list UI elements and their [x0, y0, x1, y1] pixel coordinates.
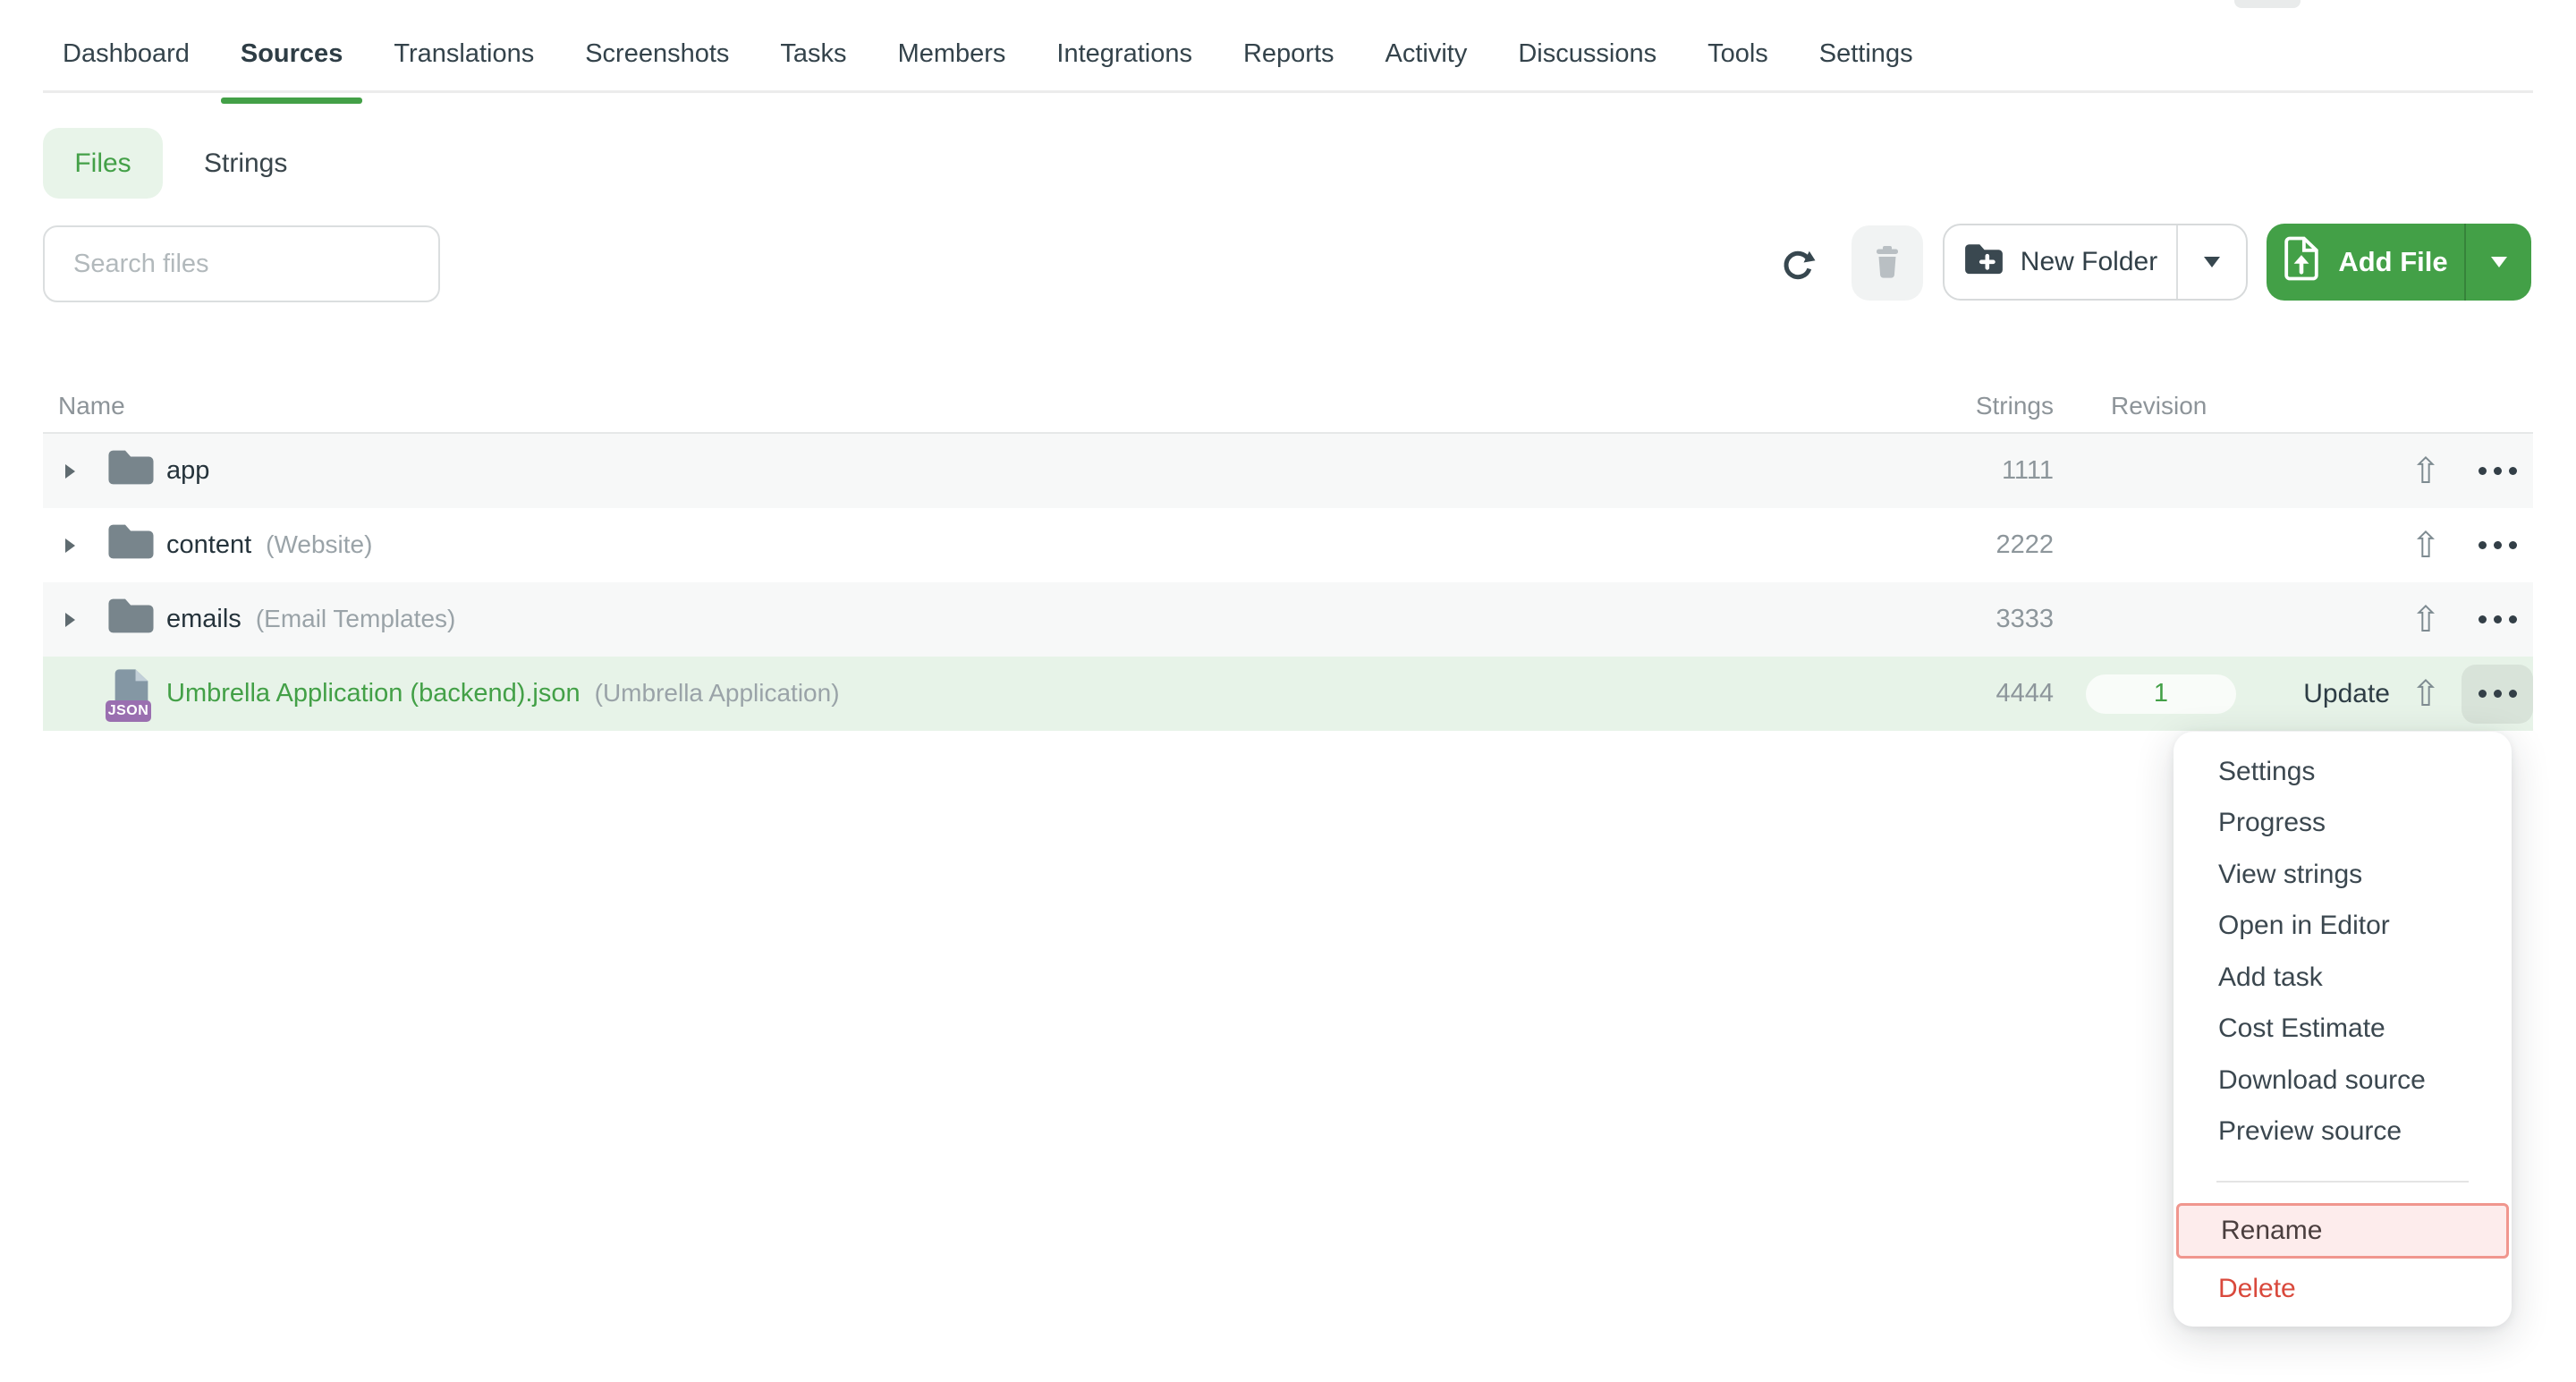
new-folder-button[interactable]: New Folder	[1945, 225, 2176, 299]
expand-caret-icon[interactable]	[65, 613, 75, 627]
menu-item-cost-estimate[interactable]: Cost Estimate	[2174, 1004, 2512, 1056]
update-file-button[interactable]: Update	[2303, 679, 2390, 709]
upload-translations-icon[interactable]: ⇧	[2411, 676, 2441, 712]
nav-item-tasks[interactable]: Tasks	[780, 17, 846, 92]
files-table: Name Strings Revision app 1111 ⇧ content…	[43, 380, 2533, 731]
strings-count: 1111	[1902, 456, 2054, 486]
nav-item-translations[interactable]: Translations	[394, 17, 534, 92]
table-row-folder-content[interactable]: content (Website) 2222 ⇧	[43, 508, 2533, 582]
folder-annotation: (Website)	[266, 530, 372, 559]
sources-subtabs: Files Strings	[43, 128, 287, 199]
json-format-badge: JSON	[106, 700, 151, 722]
nav-item-screenshots[interactable]: Screenshots	[585, 17, 729, 92]
upload-translations-icon[interactable]: ⇧	[2411, 528, 2441, 564]
row-more-button-active[interactable]	[2462, 665, 2533, 724]
nav-item-settings[interactable]: Settings	[1819, 17, 1913, 92]
menu-item-settings[interactable]: Settings	[2174, 746, 2512, 798]
refresh-icon	[1780, 246, 1816, 284]
expand-caret-icon[interactable]	[65, 538, 75, 553]
column-header-name: Name	[43, 392, 1902, 420]
menu-item-preview-source[interactable]: Preview source	[2174, 1106, 2512, 1158]
nav-item-reports[interactable]: Reports	[1243, 17, 1335, 92]
menu-item-rename[interactable]: Rename	[2176, 1203, 2509, 1259]
upload-translations-icon[interactable]: ⇧	[2411, 454, 2441, 489]
upload-translations-icon[interactable]: ⇧	[2411, 602, 2441, 638]
add-file-button[interactable]: Add File	[2267, 224, 2464, 301]
strings-count: 4444	[1902, 679, 2054, 708]
table-header: Name Strings Revision	[43, 380, 2533, 434]
project-nav: Dashboard Sources Translations Screensho…	[43, 0, 2533, 93]
menu-item-progress[interactable]: Progress	[2174, 798, 2512, 850]
menu-item-delete[interactable]: Delete	[2174, 1263, 2512, 1314]
nav-item-members[interactable]: Members	[898, 17, 1006, 92]
menu-item-add-task[interactable]: Add task	[2174, 952, 2512, 1004]
strings-count: 3333	[1902, 605, 2054, 634]
expand-caret-icon[interactable]	[65, 464, 75, 479]
folder-icon	[106, 447, 157, 495]
trash-icon	[1874, 246, 1901, 281]
nav-item-tools[interactable]: Tools	[1707, 17, 1768, 92]
folder-name[interactable]: content	[166, 530, 251, 560]
folder-icon	[106, 596, 157, 643]
folder-annotation: (Email Templates)	[256, 605, 456, 633]
json-file-icon: JSON	[112, 669, 151, 719]
row-more-button[interactable]	[2479, 541, 2517, 549]
file-context-menu: Settings Progress View strings Open in E…	[2174, 732, 2512, 1327]
nav-item-discussions[interactable]: Discussions	[1518, 17, 1657, 92]
nav-item-activity[interactable]: Activity	[1385, 17, 1468, 92]
tab-strings[interactable]: Strings	[204, 148, 287, 179]
delete-selected-button[interactable]	[1852, 225, 1923, 301]
file-upload-icon	[2283, 236, 2320, 288]
chevron-down-icon	[2491, 257, 2507, 267]
file-name[interactable]: Umbrella Application (backend).json	[166, 679, 580, 708]
folder-name[interactable]: app	[166, 456, 209, 486]
revision-value: 1	[2154, 679, 2168, 708]
chevron-down-icon	[2204, 257, 2220, 267]
column-header-strings: Strings	[1902, 392, 2054, 420]
tab-files[interactable]: Files	[43, 128, 163, 199]
row-more-button[interactable]	[2479, 467, 2517, 475]
revision-badge: 1	[2086, 674, 2236, 714]
folder-icon	[106, 521, 157, 569]
table-row-folder-emails[interactable]: emails (Email Templates) 3333 ⇧	[43, 582, 2533, 657]
search-input[interactable]	[43, 225, 440, 302]
new-folder-label: New Folder	[2021, 247, 2157, 277]
folder-plus-icon	[1963, 242, 2004, 283]
file-annotation: (Umbrella Application)	[595, 679, 840, 708]
nav-item-integrations[interactable]: Integrations	[1056, 17, 1192, 92]
nav-item-sources[interactable]: Sources	[241, 17, 343, 92]
ellipsis-icon	[2479, 690, 2517, 698]
new-folder-dropdown-toggle[interactable]	[2176, 225, 2246, 299]
folder-name[interactable]: emails	[166, 605, 242, 634]
nav-item-dashboard[interactable]: Dashboard	[63, 17, 190, 92]
menu-item-download-source[interactable]: Download source	[2174, 1055, 2512, 1106]
refresh-button[interactable]	[1776, 243, 1819, 286]
table-row-file-umbrella[interactable]: JSON Umbrella Application (backend).json…	[43, 657, 2533, 731]
add-file-split-button: Add File	[2267, 224, 2531, 301]
add-file-label: Add File	[2338, 246, 2447, 278]
strings-count: 2222	[1902, 530, 2054, 560]
menu-item-view-strings[interactable]: View strings	[2174, 849, 2512, 901]
table-row-folder-app[interactable]: app 1111 ⇧	[43, 434, 2533, 508]
menu-item-open-in-editor[interactable]: Open in Editor	[2174, 901, 2512, 953]
menu-divider	[2216, 1181, 2469, 1183]
column-header-revision: Revision	[2054, 392, 2238, 420]
new-folder-split-button: New Folder	[1943, 224, 2248, 301]
row-more-button[interactable]	[2479, 615, 2517, 623]
add-file-dropdown-toggle[interactable]	[2464, 224, 2531, 301]
